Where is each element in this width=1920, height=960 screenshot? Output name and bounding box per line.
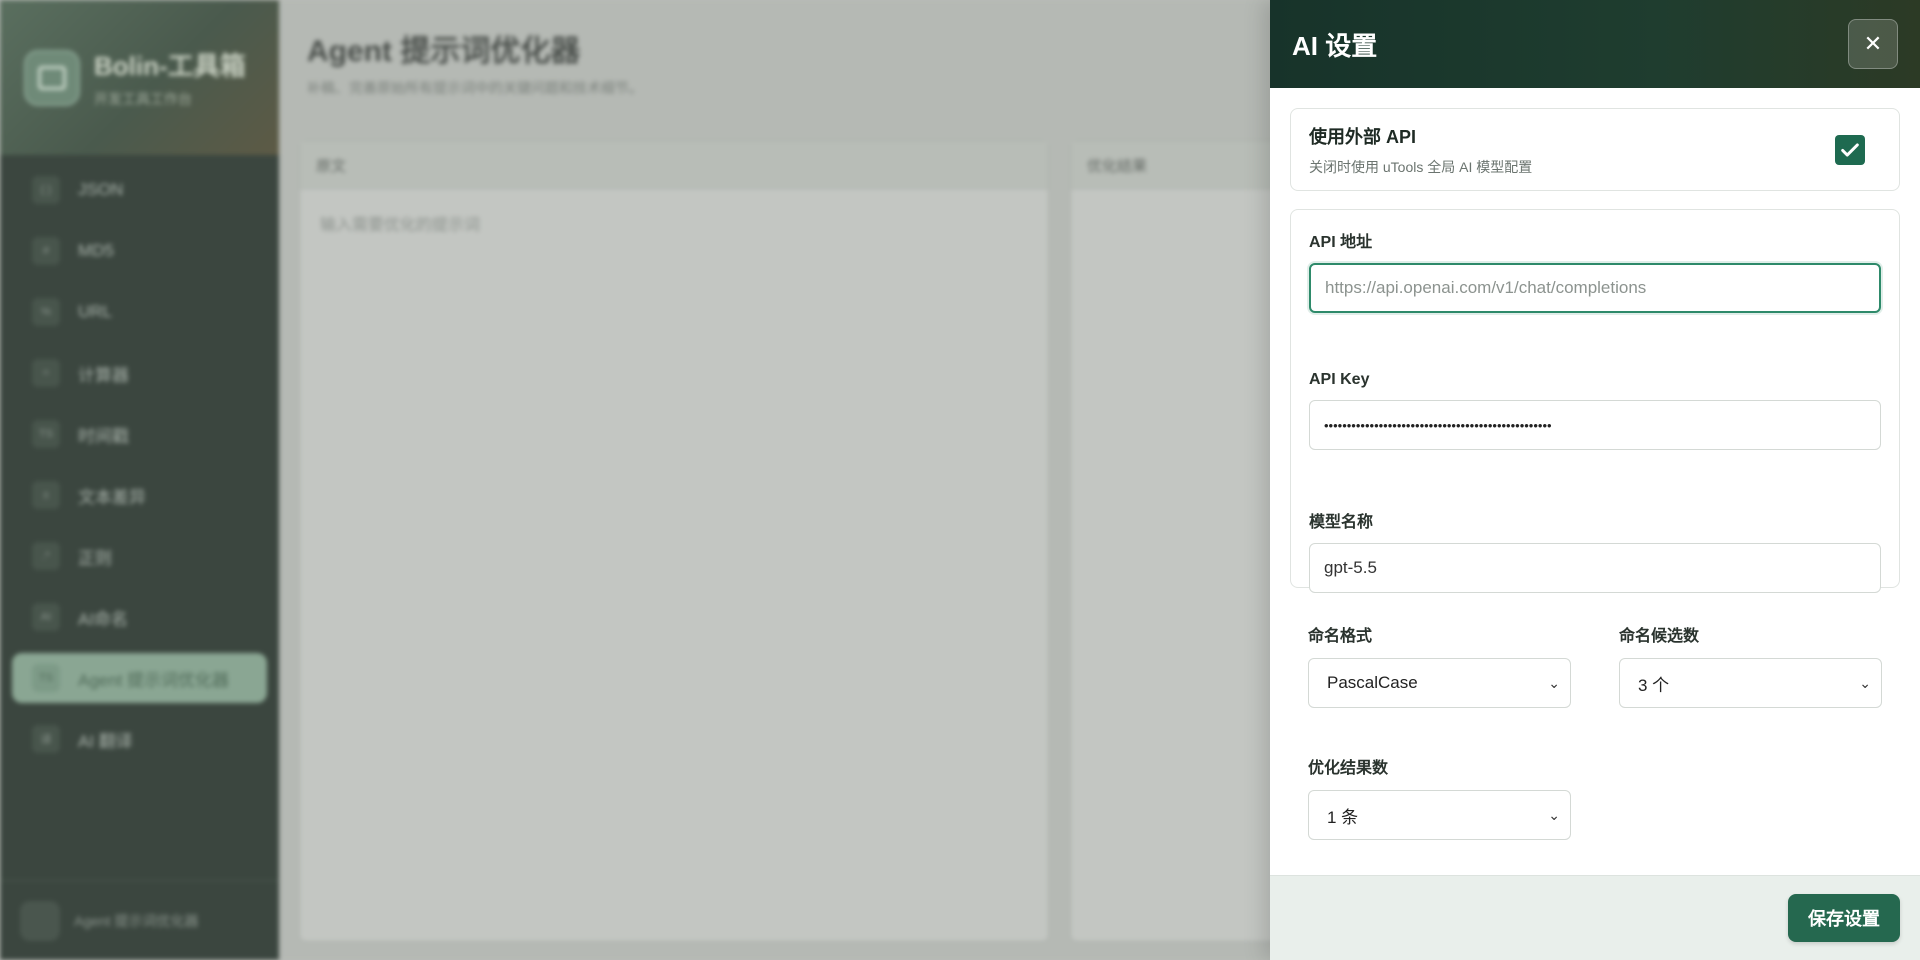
app-subtitle: 开发工具工作台	[94, 91, 192, 107]
drawer-header: AI 设置 ✕	[1270, 0, 1920, 88]
result-settings-row: 优化结果数 1 条 ⌄	[1290, 754, 1900, 840]
result-count-label: 优化结果数	[1308, 760, 1389, 777]
chevron-down-icon: ⌄	[1548, 674, 1560, 691]
regex-icon: .*	[32, 542, 60, 570]
result-count-field: 优化结果数 1 条 ⌄	[1308, 754, 1571, 840]
sidebar-item-regex[interactable]: .* 正则	[12, 531, 267, 581]
drawer-body: 使用外部 API 关闭时使用 uTools 全局 AI 模型配置 API 地址 …	[1270, 88, 1920, 840]
sidebar-item-json[interactable]: { } JSON	[12, 165, 267, 215]
checkmark-icon	[1841, 142, 1859, 157]
sidebar-item-calculator[interactable]: = 计算器	[12, 348, 267, 398]
sidebar-item-label: JSON	[78, 180, 124, 199]
chevron-down-icon: ⌄	[1548, 806, 1560, 823]
diff-icon: ±	[32, 481, 60, 509]
input-pane: 原文 输入需要优化的提示词	[299, 140, 1049, 942]
api-key-label: API Key	[1309, 371, 1370, 388]
api-url-placeholder: https://api.openai.com/v1/chat/completio…	[1325, 278, 1647, 297]
api-config-card: API 地址 https://api.openai.com/v1/chat/co…	[1290, 209, 1900, 593]
percent-icon: %	[32, 298, 60, 326]
sidebar-item-label: MD5	[78, 241, 114, 260]
naming-count-label: 命名候选数	[1619, 628, 1700, 645]
api-key-input[interactable]: ••••••••••••••••••••••••••••••••••••••••…	[1309, 400, 1881, 450]
drawer-footer: 保存设置	[1270, 875, 1920, 960]
prompt-input[interactable]: 输入需要优化的提示词	[300, 189, 1048, 257]
naming-count-select[interactable]: 3 个 ⌄	[1619, 658, 1882, 708]
sidebar-footer-label: Agent 提示词优化器	[74, 912, 199, 929]
input-pane-header: 原文	[300, 141, 1048, 189]
sidebar-item-timestamp[interactable]: TS 时间戳	[12, 409, 267, 459]
app-title: Bolin-工具箱	[94, 51, 246, 81]
timestamp-icon: TS	[32, 420, 60, 448]
sidebar-item-md5[interactable]: # MD5	[12, 226, 267, 276]
model-name-input[interactable]: gpt-5.5	[1309, 543, 1881, 593]
naming-count-value: 3 个	[1638, 675, 1670, 695]
sidebar-item-agent-prompt-optimizer[interactable]: TS Agent 提示词优化器	[12, 653, 267, 703]
sidebar-item-label: AI命名	[78, 609, 129, 629]
ai-settings-drawer: AI 设置 ✕ 使用外部 API 关闭时使用 uTools 全局 AI 模型配置…	[1270, 0, 1920, 960]
naming-format-label: 命名格式	[1308, 628, 1373, 645]
sidebar-item-label: AI 翻译	[78, 731, 133, 751]
sidebar-item-label: 计算器	[78, 365, 129, 385]
sidebar-item-label: 文本差异	[78, 487, 146, 507]
api-url-label: API 地址	[1309, 234, 1373, 251]
sidebar-item-ai-naming[interactable]: AI AI命名	[12, 592, 267, 642]
api-url-input[interactable]: https://api.openai.com/v1/chat/completio…	[1309, 263, 1881, 313]
model-name-label: 模型名称	[1309, 514, 1374, 531]
result-count-select[interactable]: 1 条 ⌄	[1308, 790, 1571, 840]
close-icon: ✕	[1863, 31, 1883, 56]
prompt-icon: TS	[32, 664, 60, 692]
close-button[interactable]: ✕	[1848, 19, 1898, 69]
app-logo-icon	[24, 49, 80, 106]
sidebar-item-text-diff[interactable]: ± 文本差异	[12, 470, 267, 520]
sidebar-item-label: Agent 提示词优化器	[78, 670, 230, 690]
translate-icon: 译	[32, 725, 60, 753]
external-api-toggle-card: 使用外部 API 关闭时使用 uTools 全局 AI 模型配置	[1290, 108, 1900, 191]
sidebar-item-label: 正则	[78, 548, 112, 568]
equals-icon: =	[32, 359, 60, 387]
naming-format-value: PascalCase	[1327, 673, 1418, 692]
naming-count-field: 命名候选数 3 个 ⌄	[1619, 622, 1882, 708]
json-icon: { }	[32, 176, 60, 204]
external-api-checkbox[interactable]	[1835, 134, 1865, 165]
drawer-title: AI 设置	[1292, 30, 1378, 61]
sidebar-item-label: 时间戳	[78, 426, 129, 446]
sidebar-item-url[interactable]: % URL	[12, 287, 267, 337]
sidebar-footer: Agent 提示词优化器	[0, 880, 279, 960]
sidebar-nav: { } JSON # MD5 % URL = 计算器 TS 时间戳 ± 文本差异 .* 正则 …	[0, 155, 279, 785]
naming-settings-row: 命名格式 PascalCase ⌄ 命名候选数 3 个 ⌄	[1290, 622, 1900, 708]
external-api-description: 关闭时使用 uTools 全局 AI 模型配置	[1309, 158, 1533, 175]
settings-icon[interactable]	[20, 900, 60, 941]
sidebar-item-label: URL	[78, 302, 113, 321]
sidebar-item-ai-translate[interactable]: 译 AI 翻译	[12, 714, 267, 764]
brand: Bolin-工具箱 开发工具工作台	[0, 0, 279, 155]
naming-format-select[interactable]: PascalCase ⌄	[1308, 658, 1571, 708]
ai-icon: AI	[32, 603, 60, 631]
external-api-title: 使用外部 API	[1309, 126, 1417, 147]
model-name-value: gpt-5.5	[1324, 558, 1377, 577]
api-key-value: ••••••••••••••••••••••••••••••••••••••••…	[1324, 417, 1552, 433]
chevron-down-icon: ⌄	[1859, 674, 1871, 691]
result-count-value: 1 条	[1327, 807, 1359, 827]
save-settings-button[interactable]: 保存设置	[1788, 894, 1900, 942]
hash-icon: #	[32, 237, 60, 265]
sidebar: Bolin-工具箱 开发工具工作台 { } JSON # MD5 % URL = 计算器…	[0, 0, 279, 960]
naming-format-field: 命名格式 PascalCase ⌄	[1308, 622, 1571, 708]
